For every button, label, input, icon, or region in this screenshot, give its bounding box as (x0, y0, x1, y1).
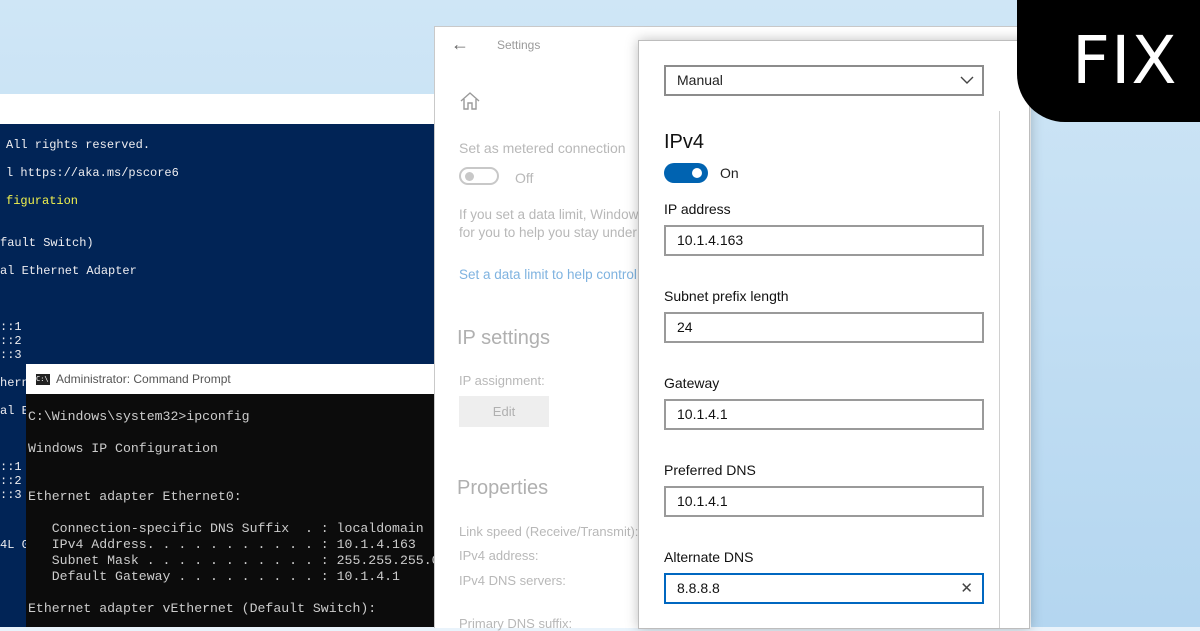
cmd-titlebar[interactable]: C:\ Administrator: Command Prompt (26, 364, 440, 394)
ip-address-label: IP address (664, 201, 731, 217)
console-line: ::2 (0, 334, 22, 348)
console-line: C:\Windows\system32>ipconfig (28, 409, 250, 424)
command-prompt-window: C:\ Administrator: Command Prompt C:\Win… (26, 364, 440, 627)
console-line: figuration (6, 194, 79, 208)
gateway-field[interactable]: 10.1.4.1 (664, 399, 984, 430)
console-line: ::3 (0, 488, 22, 502)
metered-state: Off (515, 170, 534, 186)
close-icon[interactable]: ✕ (960, 575, 973, 602)
ip-mode-select[interactable]: Manual (664, 65, 984, 96)
console-line: Default Gateway . . . . . . . . . : 10.1… (28, 569, 400, 584)
settings-title: Settings (497, 38, 541, 52)
ipv4-toggle[interactable] (664, 163, 708, 183)
subnet-prefix-field[interactable]: 24 (664, 312, 984, 343)
console-line: ::2 (0, 474, 22, 488)
home-icon[interactable] (459, 91, 481, 111)
back-arrow-icon[interactable]: ← (451, 34, 469, 55)
edit-button[interactable]: Edit (459, 396, 549, 427)
properties-heading: Properties (457, 477, 549, 499)
ip-address-field[interactable]: 10.1.4.163 (664, 225, 984, 256)
console-line: Subnet Mask . . . . . . . . . . . : 255.… (28, 553, 440, 568)
console-line: ::3 (0, 348, 22, 362)
console-line: All rights reserved. (6, 138, 151, 152)
console-line: IPv4 Address. . . . . . . . . . . : 10.1… (28, 537, 416, 552)
limit-description: If you set a data limit, Windows (459, 207, 646, 222)
console-line: Ethernet adapter vEthernet (Default Swit… (28, 601, 377, 616)
ipv4-toggle-state: On (720, 165, 739, 181)
console-line: fault Switch) (0, 236, 94, 250)
preferred-dns-label: Preferred DNS (664, 462, 756, 478)
alternate-dns-label: Alternate DNS (664, 549, 754, 565)
console-line: Ethernet adapter Ethernet0: (28, 489, 242, 504)
gateway-label: Gateway (664, 375, 720, 391)
metered-toggle[interactable] (459, 167, 499, 185)
console-line: l https://aka.ms/pscore6 (6, 166, 179, 180)
cmd-icon: C:\ (36, 373, 50, 385)
metered-connection-label: Set as metered connection (459, 140, 626, 156)
console-line: 4L G (0, 538, 29, 552)
subnet-prefix-label: Subnet prefix length (664, 288, 789, 304)
console-line: Windows IP Configuration (28, 441, 218, 456)
edit-ip-dialog: Manual IPv4 On IP address 10.1.4.163 Sub… (638, 40, 1030, 629)
console-line: Connection-specific DNS Suffix . : local… (28, 521, 424, 536)
fix-badge-text: FIX (1072, 22, 1178, 99)
console-line: ::1 (0, 320, 22, 334)
preferred-dns-field[interactable]: 10.1.4.1 (664, 486, 984, 517)
ipv4-address-label: IPv4 address: (459, 548, 539, 563)
ipv4-dns-label: IPv4 DNS servers: (459, 573, 566, 588)
ipv4-heading: IPv4 (664, 131, 705, 153)
ip-assignment-label: IP assignment: (459, 373, 545, 388)
primary-dns-suffix-label: Primary DNS suffix: (459, 616, 573, 631)
console-line: al E (0, 404, 29, 418)
alternate-dns-field[interactable]: 8.8.8.8 ✕ (664, 573, 984, 604)
alternate-dns-value: 8.8.8.8 (677, 580, 720, 596)
chevron-down-icon (960, 76, 974, 84)
ip-mode-value: Manual (677, 72, 723, 88)
console-line: ::1 (0, 460, 22, 474)
scrollbar[interactable] (999, 111, 1000, 628)
cmd-title: Administrator: Command Prompt (56, 372, 231, 386)
cmd-console[interactable]: C:\Windows\system32>ipconfig Windows IP … (26, 394, 440, 627)
console-line: al Ethernet Adapter (0, 264, 137, 278)
data-limit-link[interactable]: Set a data limit to help control (459, 267, 637, 282)
fix-badge: FIX (1017, 0, 1200, 122)
ip-settings-heading: IP settings (457, 327, 551, 349)
link-speed-label: Link speed (Receive/Transmit): (459, 524, 639, 539)
limit-description: for you to help you stay under (459, 225, 637, 240)
